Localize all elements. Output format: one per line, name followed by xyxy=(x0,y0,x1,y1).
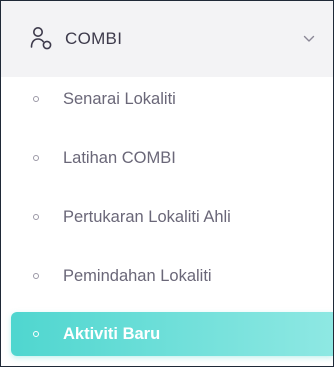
circle-bullet-icon xyxy=(33,96,39,102)
circle-bullet-icon xyxy=(33,331,39,337)
circle-bullet-icon xyxy=(33,214,39,220)
circle-bullet-icon xyxy=(33,155,39,161)
users-icon xyxy=(29,24,55,54)
menu-group-title: COMBI xyxy=(65,29,123,48)
submenu-item-latihan-combi[interactable]: Latihan COMBI xyxy=(1,136,333,180)
submenu-item-label: Pertukaran Lokaliti Ahli xyxy=(63,207,231,226)
submenu-item-label: Aktiviti Baru xyxy=(63,324,161,343)
submenu-item-pertukaran-lokaliti-ahli[interactable]: Pertukaran Lokaliti Ahli xyxy=(1,195,333,239)
submenu-item-senarai-lokaliti[interactable]: Senarai Lokaliti xyxy=(1,77,333,121)
sidebar-menu: COMBI Senarai Lokaliti Latihan COMBI Per… xyxy=(0,0,334,367)
submenu-item-pemindahan-lokaliti[interactable]: Pemindahan Lokaliti xyxy=(1,254,333,298)
chevron-down-icon[interactable] xyxy=(301,31,317,47)
submenu-item-label: Senarai Lokaliti xyxy=(63,89,176,108)
circle-bullet-icon xyxy=(33,273,39,279)
submenu-item-label: Pemindahan Lokaliti xyxy=(63,266,212,285)
menu-group-combi[interactable]: COMBI xyxy=(1,1,333,77)
submenu-item-aktiviti-baru[interactable]: Aktiviti Baru xyxy=(11,312,333,356)
submenu-item-label: Latihan COMBI xyxy=(63,148,176,167)
